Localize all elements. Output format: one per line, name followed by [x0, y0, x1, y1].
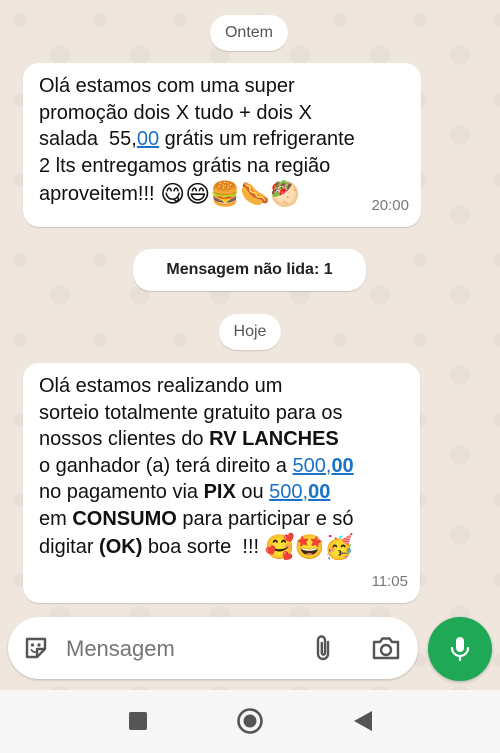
date-label: Ontem: [224, 24, 273, 41]
number-link-part: 00: [308, 481, 331, 503]
system-navigation-bar: [0, 690, 500, 753]
unread-messages-separator: Mensagem não lida: 1: [133, 249, 366, 291]
message-line: nossos clientes do RV LANCHES: [39, 426, 410, 453]
message-line: digitar (OK) boa sorte !!! 🥰🤩🥳: [39, 534, 410, 561]
message-line: Olá estamos com uma super: [39, 75, 295, 97]
message-line: 2 lts entregamos grátis na região: [39, 154, 331, 177]
food-emojis: 😋😄🍔🌭🥙: [160, 180, 300, 208]
message-text-part: nossos clientes do: [39, 428, 210, 450]
message-text-part: em: [39, 507, 73, 530]
number-link[interactable]: 500,00: [269, 481, 330, 503]
recents-square-icon[interactable]: [128, 711, 148, 731]
voice-record-button[interactable]: [428, 617, 492, 681]
paperclip-icon[interactable]: [311, 633, 337, 663]
message-text: Olá estamos realizando um sorteio totalm…: [39, 373, 410, 561]
message-bubble-raffle[interactable]: Olá estamos realizando um sorteio totalm…: [23, 363, 420, 603]
message-text-part: o ganhador (a) terá direito a: [39, 454, 293, 477]
pix-text: PIX: [203, 481, 236, 503]
home-circle-icon[interactable]: [236, 707, 264, 735]
party-emojis: 🥰🤩🥳: [264, 533, 355, 561]
consumo-text: CONSUMO: [72, 507, 177, 530]
message-timestamp: 11:05: [371, 572, 408, 590]
message-text-part: ou: [235, 481, 270, 503]
message-line: no pagamento via PIX ou 500,00: [39, 479, 410, 506]
number-link-part: 00: [331, 454, 354, 477]
message-line: o ganhador (a) terá direito a 500,00: [39, 453, 410, 480]
ok-text: (OK): [99, 536, 143, 558]
date-separator-yesterday: Ontem: [210, 15, 288, 51]
date-separator-today: Hoje: [219, 314, 281, 350]
number-link-part: 500,: [269, 481, 309, 503]
business-name: RV LANCHES: [209, 428, 339, 450]
message-line: salada 55,00 grátis um refrigerante: [39, 126, 411, 153]
message-text-part: no pagamento via: [39, 481, 204, 503]
message-text-part: aproveitem!!!: [39, 183, 161, 205]
message-line: em CONSUMO para participar e só: [39, 506, 410, 533]
message-line: promoção dois X tudo + dois X: [39, 101, 312, 124]
message-text-part: grátis um refrigerante: [159, 128, 355, 150]
message-bubble-promo[interactable]: Olá estamos com uma super promoção dois …: [23, 63, 421, 227]
message-text-part: salada 55,: [39, 128, 137, 150]
back-triangle-icon[interactable]: [352, 710, 374, 732]
message-line: sorteio totalmente gratuito para os: [39, 401, 343, 424]
date-label: Hoje: [233, 323, 267, 340]
message-text-part: para participar e só: [176, 507, 354, 530]
message-line: Olá estamos realizando um: [39, 375, 283, 397]
phone-link[interactable]: 00: [137, 128, 159, 150]
message-text: Olá estamos com uma super promoção dois …: [39, 73, 411, 208]
microphone-icon: [448, 635, 472, 663]
number-link[interactable]: 500,00: [293, 455, 354, 477]
message-timestamp: 20:00: [371, 196, 409, 214]
camera-icon[interactable]: [371, 634, 401, 662]
number-link-part: 500,: [292, 454, 332, 477]
message-text-part: boa sorte !!!: [142, 536, 265, 558]
message-input[interactable]: [64, 631, 288, 667]
message-line: aproveitem!!! 😋😄🍔🌭🥙: [39, 181, 411, 208]
unread-label: Mensagem não lida: 1: [166, 261, 333, 278]
message-text-part: digitar: [39, 536, 100, 558]
sticker-icon[interactable]: [22, 634, 50, 662]
message-composer: [8, 617, 418, 679]
